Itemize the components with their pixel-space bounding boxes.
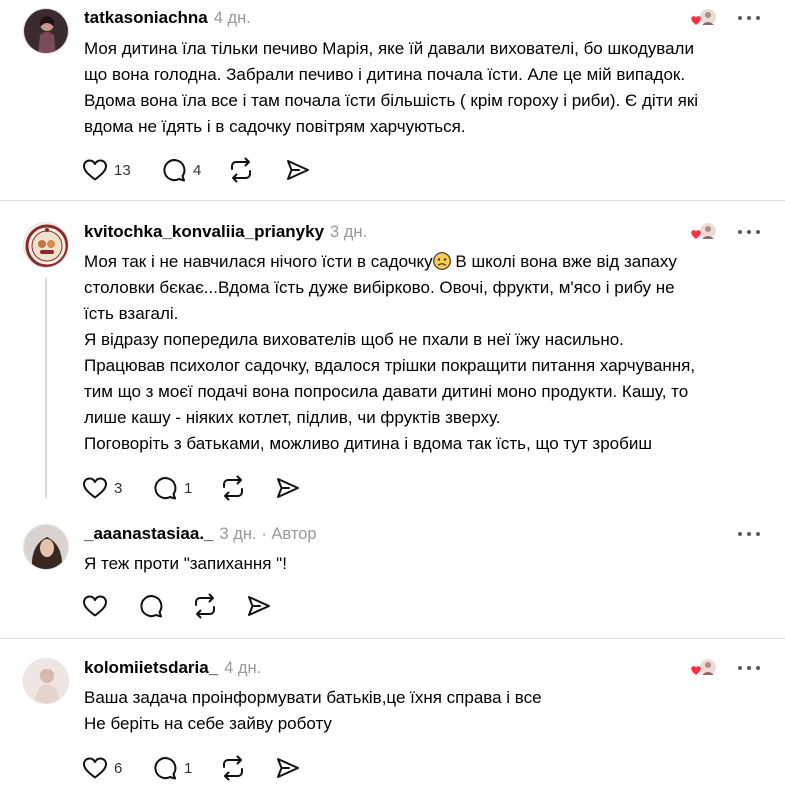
comment-body: Моя дитина їла тільки печиво Марія, яке …: [84, 36, 774, 140]
heart-outline-icon: [83, 757, 107, 779]
liked-by-author-icon[interactable]: [690, 222, 718, 242]
send-paper-plane-icon: [277, 478, 299, 498]
comment-line: Я теж проти "запихання "!: [84, 554, 287, 573]
share-button[interactable]: [285, 155, 311, 185]
comment-line: вдома не їдять і в садочку повітрям харч…: [84, 117, 466, 136]
avatar[interactable]: [23, 8, 69, 54]
comment-username[interactable]: _aaanastasiaa._ 3 дн. · Автор: [84, 524, 317, 544]
reply-count: 1: [184, 759, 193, 777]
repost-button[interactable]: [228, 155, 254, 185]
share-button[interactable]: [275, 753, 301, 783]
author-badge: · Автор: [261, 525, 317, 543]
send-paper-plane-icon: [277, 758, 299, 778]
comment-divider: [0, 638, 785, 639]
heart-outline-icon: [83, 477, 107, 499]
reply-button[interactable]: 4: [161, 155, 201, 185]
comment-line: їсть взагалі.: [84, 304, 179, 323]
liked-by-author-icon[interactable]: [690, 658, 718, 678]
comment-line: тим що з моєї подачі вона попросила дава…: [84, 382, 689, 401]
comment-line: Працював психолог садочку, вдалося трішк…: [84, 356, 696, 375]
comment-line: Я відразу попередила вихователів щоб не …: [84, 330, 624, 349]
reply-count: 1: [184, 479, 193, 497]
like-button[interactable]: 3: [82, 473, 122, 503]
comment-username[interactable]: tatkasoniachna 4 дн.: [84, 8, 251, 28]
comment-time: 3 дн.: [219, 525, 257, 543]
comment-username[interactable]: kvitochka_konvaliia_prianyky 3 дн.: [84, 222, 367, 242]
reply-button[interactable]: 1: [152, 753, 192, 783]
thread-line: [45, 278, 47, 498]
like-button[interactable]: 6: [82, 753, 122, 783]
comment-time: 4 дн.: [213, 9, 251, 27]
like-button[interactable]: [82, 591, 108, 621]
comment-body: Я теж проти "запихання "!: [84, 551, 774, 577]
username-text[interactable]: _aaanastasiaa._: [84, 524, 214, 543]
comment-text: В школі вона вже від запаху: [450, 252, 677, 271]
heart-outline-icon: [83, 159, 107, 181]
comment-line: Вдома вона їла все і там почала їсти біл…: [84, 91, 699, 110]
comment-line: Ваша задача проінформувати батьків,це їх…: [84, 688, 542, 707]
send-paper-plane-icon: [248, 596, 270, 616]
reply-button[interactable]: [138, 591, 164, 621]
comment-line: Моя дитина їла тільки печиво Марія, яке …: [84, 39, 694, 58]
comment-text: Моя так і не навчилася нічого їсти в сад…: [84, 252, 433, 271]
reply-count: 4: [193, 161, 202, 179]
like-button[interactable]: 13: [82, 155, 131, 185]
comment-body: Моя так і не навчилася нічого їсти в сад…: [84, 249, 774, 457]
comment-line: Моя так і не навчилася нічого їсти в сад…: [84, 249, 774, 275]
repost-button[interactable]: [220, 753, 246, 783]
repost-button[interactable]: [192, 591, 218, 621]
heart-outline-icon: [83, 595, 107, 617]
comment-line: столовки бєкає...Вдома їсть дуже вибірко…: [84, 278, 675, 297]
more-options-button[interactable]: [737, 663, 761, 673]
avatar[interactable]: [23, 222, 69, 268]
share-button[interactable]: [275, 473, 301, 503]
like-count: 13: [114, 161, 131, 179]
speech-bubble-icon: [154, 757, 177, 780]
username-text[interactable]: tatkasoniachna: [84, 8, 208, 27]
repost-arrows-icon: [223, 755, 243, 781]
sad-face-emoji-icon: [432, 252, 451, 270]
comment-line: Не беріть на себе зайву роботу: [84, 714, 332, 733]
more-options-button[interactable]: [737, 13, 761, 23]
avatar[interactable]: [23, 524, 69, 570]
repost-arrows-icon: [223, 475, 243, 501]
reply-button[interactable]: 1: [152, 473, 192, 503]
comment-line: що вона голодна. Забрали печиво і дитина…: [84, 65, 686, 84]
repost-arrows-icon: [195, 593, 215, 619]
like-count: 6: [114, 759, 123, 777]
repost-arrows-icon: [231, 157, 251, 183]
comment-line: лише кашу - ніяких котлет, підлив, чи фр…: [84, 408, 501, 427]
comment-username[interactable]: kolomiietsdaria_ 4 дн.: [84, 658, 261, 678]
more-options-button[interactable]: [737, 529, 761, 539]
speech-bubble-icon: [140, 595, 163, 618]
more-options-button[interactable]: [737, 227, 761, 237]
username-text[interactable]: kolomiietsdaria_: [84, 658, 218, 677]
repost-button[interactable]: [220, 473, 246, 503]
avatar[interactable]: [23, 658, 69, 704]
username-text[interactable]: kvitochka_konvaliia_prianyky: [84, 222, 324, 241]
comment-divider: [0, 200, 785, 201]
speech-bubble-icon: [163, 159, 186, 182]
comment-line: Поговоріть з батьками, можливо дитина і …: [84, 434, 652, 453]
comment-time: 3 дн.: [330, 223, 368, 241]
comment-body: Ваша задача проінформувати батьків,це їх…: [84, 685, 774, 737]
comment-time: 4 дн.: [224, 659, 262, 677]
liked-by-author-icon[interactable]: [690, 8, 718, 28]
send-paper-plane-icon: [287, 160, 309, 180]
speech-bubble-icon: [154, 477, 177, 500]
share-button[interactable]: [246, 591, 272, 621]
like-count: 3: [114, 479, 123, 497]
